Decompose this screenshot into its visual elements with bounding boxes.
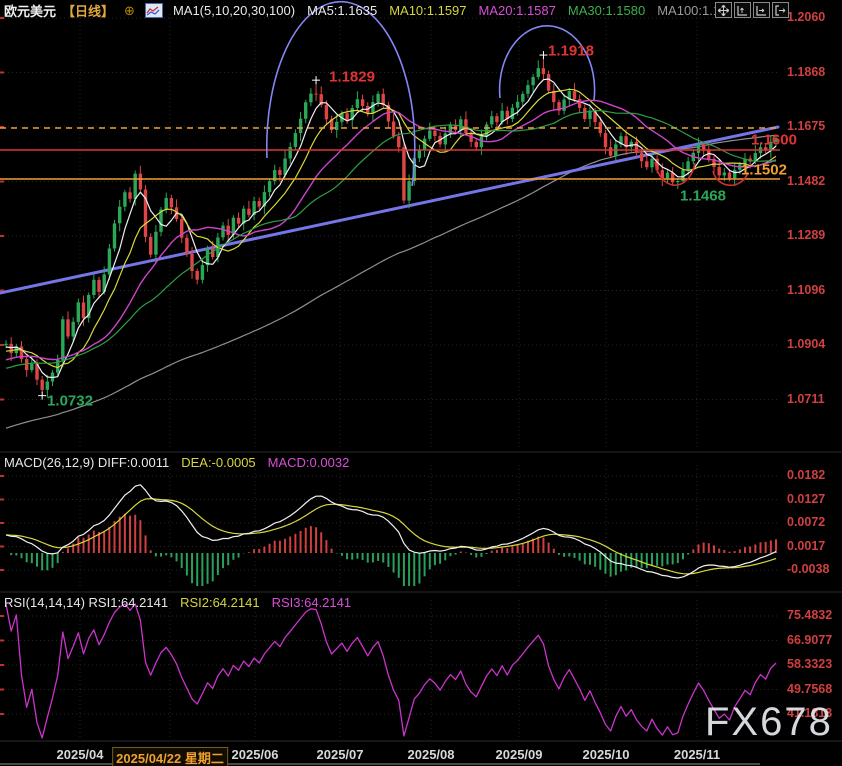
macd-legend-item: MACD(26,12,9) DIFF:0.0011 (4, 455, 169, 470)
ma-legend-item: MA1(5,10,20,30,100) (173, 3, 295, 18)
ma-legend-item: MA20:1.1587 (479, 3, 556, 18)
macd-indicator-header: MACD(26,12,9) DIFF:0.0011 DEA:-0.0005 MACD… (4, 455, 349, 470)
trading-chart-window: 1.20601.18681.16751.14821.12891.10961.09… (0, 0, 842, 766)
rsi-legend-item: RSI2:64.2141 (180, 595, 260, 610)
rsi-indicator-header: RSI(14,14,14) RSI1:64.2141 RSI2:64.2141 RS… (4, 595, 351, 610)
fx678-watermark: FX678 (705, 700, 833, 745)
rsi-legend-item: RSI3:64.2141 (272, 595, 352, 610)
rsi-legend-item: RSI(14,14,14) RSI1:64.2141 (4, 595, 168, 610)
period-label: 【日线】 (62, 1, 114, 20)
symbol-title: 欧元美元 (4, 1, 56, 20)
indicator-settings-icon[interactable]: ⊕ (124, 4, 135, 17)
main-chart-header: 欧元美元 【日线】 ⊕ MA1(5,10,20,30,100) MA5:1.163… (4, 1, 727, 20)
ma-legend-item: MA5:1.1635 (307, 3, 377, 18)
chart-toolbar (715, 2, 789, 18)
ma-legend: MA1(5,10,20,30,100) MA5:1.1635 MA10:1.1597… (173, 3, 727, 18)
ma-legend-item: MA10:1.1597 (389, 3, 466, 18)
chart-style-icon[interactable] (145, 3, 163, 18)
chart-style-glyph (146, 5, 160, 16)
scale-axis-icon[interactable] (734, 2, 751, 18)
ma-legend-item: MA30:1.1580 (568, 3, 645, 18)
macd-legend-item: MACD:0.0032 (268, 455, 350, 470)
macd-legend-item: DEA:-0.0005 (181, 455, 255, 470)
scroll-right-icon[interactable] (753, 2, 770, 18)
chart-canvas[interactable] (0, 0, 842, 766)
exit-icon[interactable] (772, 2, 789, 18)
crosshair-icon[interactable] (715, 2, 732, 18)
